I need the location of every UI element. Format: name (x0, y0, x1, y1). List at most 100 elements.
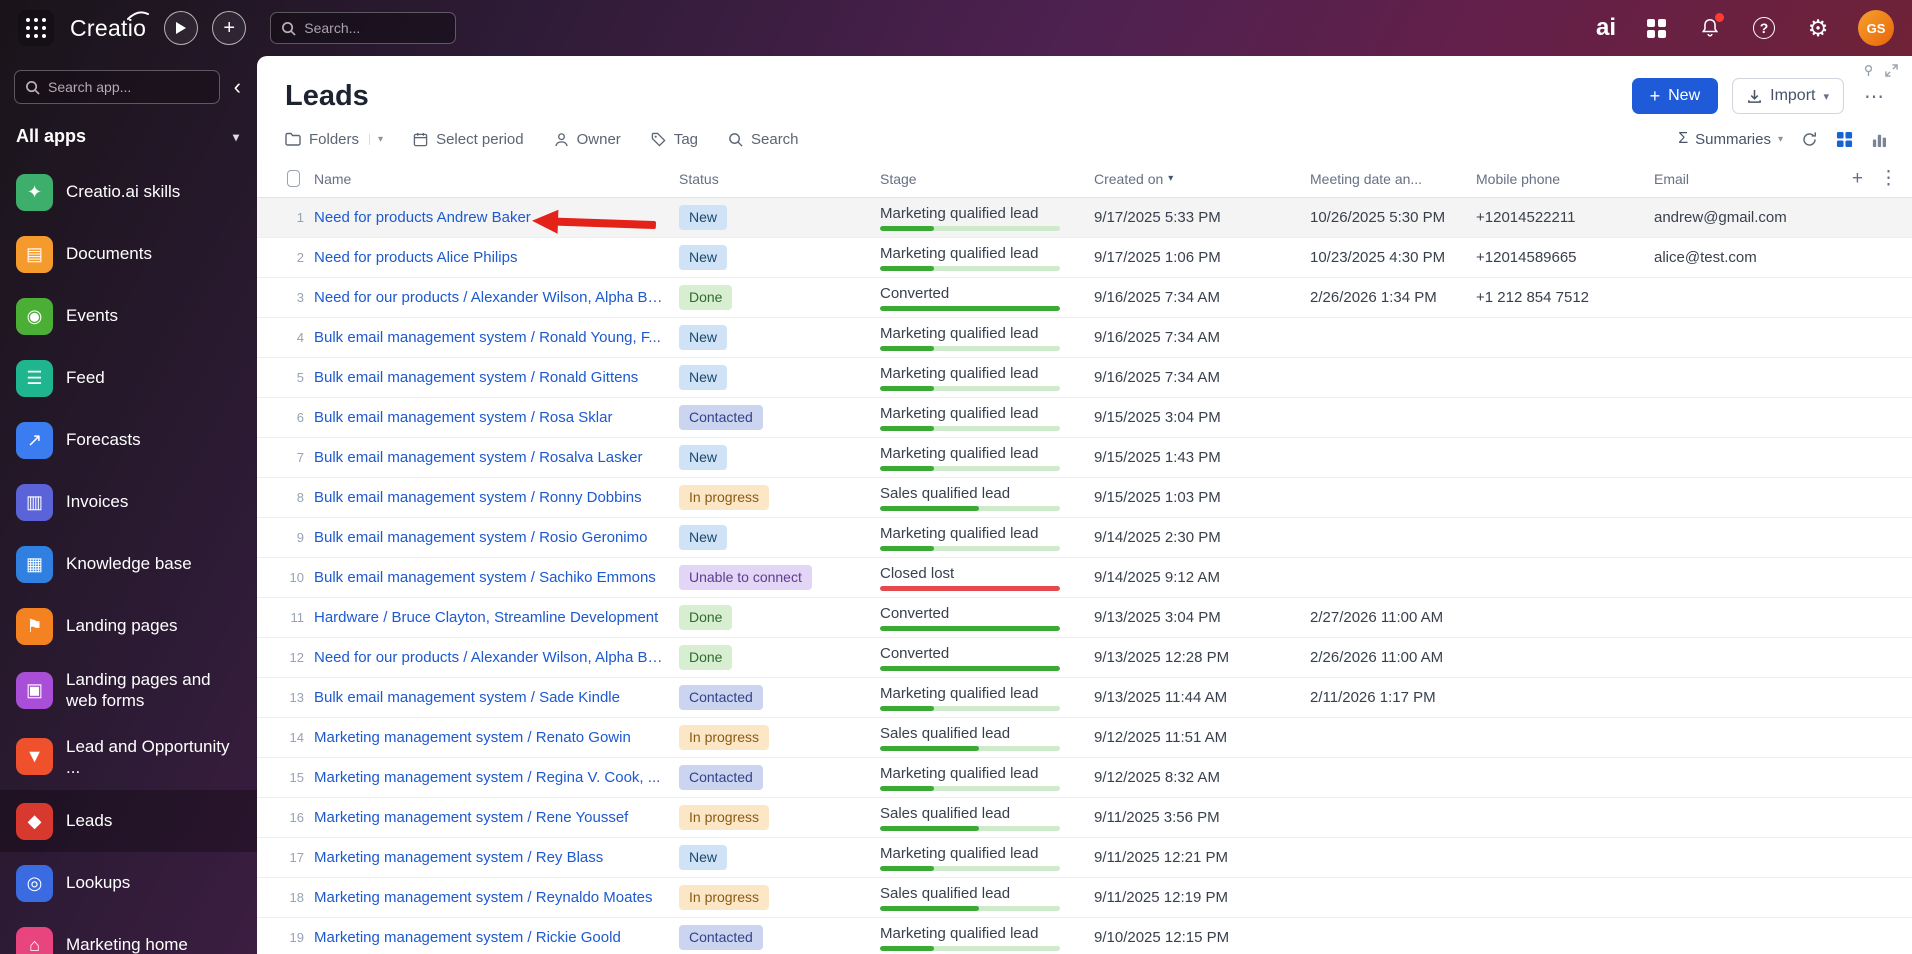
table-row[interactable]: 13 Bulk email management system / Sade K… (257, 678, 1912, 718)
table-row[interactable]: 11 Hardware / Bruce Clayton, Streamline … (257, 598, 1912, 638)
help-icon[interactable]: ? (1750, 14, 1778, 42)
table-row[interactable]: 6 Bulk email management system / Rosa Sk… (257, 398, 1912, 438)
lead-name-link[interactable]: Need for our products / Alexander Wilson… (314, 289, 665, 306)
table-row[interactable]: 2 Need for products Alice Philips New Ma… (257, 238, 1912, 278)
lead-name-link[interactable]: Bulk email management system / Ronald Yo… (314, 329, 665, 346)
table-row[interactable]: 10 Bulk email management system / Sachik… (257, 558, 1912, 598)
lead-name-link[interactable]: Need for our products / Alexander Wilson… (314, 649, 665, 666)
sidebar-item-knowledge-base[interactable]: ▦ Knowledge base (0, 533, 257, 595)
panel-expand-icon[interactable] (1885, 64, 1898, 77)
table-row[interactable]: 18 Marketing management system / Reynald… (257, 878, 1912, 918)
created-on-cell: 9/13/2025 11:44 AM (1094, 689, 1228, 706)
global-search[interactable] (270, 12, 457, 44)
table-row[interactable]: 12 Need for our products / Alexander Wil… (257, 638, 1912, 678)
select-period-filter[interactable]: Select period (413, 131, 524, 148)
sidebar-item-landing-pages-and-web-forms[interactable]: ▣ Landing pages and web forms (0, 657, 257, 724)
table-row[interactable]: 16 Marketing management system / Rene Yo… (257, 798, 1912, 838)
sidebar-item-leads[interactable]: ◆ Leads (0, 790, 257, 852)
more-actions-button[interactable]: ⋯ (1858, 84, 1892, 109)
status-badge: Contacted (679, 925, 763, 950)
table-row[interactable]: 19 Marketing management system / Rickie … (257, 918, 1912, 954)
table-row[interactable]: 15 Marketing management system / Regina … (257, 758, 1912, 798)
created-on-cell: 9/16/2025 7:34 AM (1094, 289, 1220, 306)
folders-filter[interactable]: Folders ▾ (285, 131, 383, 148)
select-all-checkbox[interactable] (287, 170, 300, 187)
stage-label: Closed lost (880, 564, 955, 582)
lead-name-link[interactable]: Bulk email management system / Sade Kind… (314, 689, 665, 706)
lead-name-link[interactable]: Bulk email management system / Rosio Ger… (314, 529, 665, 546)
refresh-button[interactable] (1801, 131, 1818, 148)
app-launcher-button[interactable] (18, 10, 54, 46)
sidebar-item-creatio-ai-skills[interactable]: ✦ Creatio.ai skills (0, 161, 257, 223)
lead-name-link[interactable]: Bulk email management system / Ronald Gi… (314, 369, 665, 386)
search-filter[interactable]: Search (728, 131, 799, 148)
lead-name-link[interactable]: Hardware / Bruce Clayton, Streamline Dev… (314, 609, 665, 626)
table-row[interactable]: 8 Bulk email management system / Ronny D… (257, 478, 1912, 518)
stage-label: Marketing qualified lead (880, 404, 1039, 422)
sidebar-item-label: Invoices (66, 492, 129, 512)
creatio-logo[interactable]: Creatio (70, 10, 150, 42)
lead-name-link[interactable]: Need for products Andrew Baker (314, 209, 665, 226)
sidebar-item-marketing-home[interactable]: ⌂ Marketing home (0, 914, 257, 954)
table-row[interactable]: 5 Bulk email management system / Ronald … (257, 358, 1912, 398)
column-header-mobile-phone[interactable]: Mobile phone (1476, 171, 1654, 187)
settings-icon[interactable]: ⚙ (1804, 14, 1832, 42)
table-row[interactable]: 7 Bulk email management system / Rosalva… (257, 438, 1912, 478)
quick-add-button[interactable]: + (212, 11, 247, 45)
table-row[interactable]: 1 Need for products Andrew Baker New Mar… (257, 198, 1912, 238)
sidebar-item-invoices[interactable]: ▥ Invoices (0, 471, 257, 533)
lead-name-link[interactable]: Marketing management system / Rickie Goo… (314, 929, 665, 946)
table-row[interactable]: 4 Bulk email management system / Ronald … (257, 318, 1912, 358)
lead-name-link[interactable]: Bulk email management system / Rosa Skla… (314, 409, 665, 426)
lead-name-link[interactable]: Marketing management system / Regina V. … (314, 769, 665, 786)
summaries-dropdown[interactable]: Σ Summaries ▾ (1678, 130, 1783, 148)
lead-name-link[interactable]: Marketing management system / Rey Blass (314, 849, 665, 866)
owner-filter[interactable]: Owner (554, 131, 621, 148)
import-button[interactable]: Import ▾ (1732, 78, 1844, 114)
table-row[interactable]: 9 Bulk email management system / Rosio G… (257, 518, 1912, 558)
lead-name-link[interactable]: Bulk email management system / Ronny Dob… (314, 489, 665, 506)
search-icon (282, 21, 296, 36)
sidebar-item-forecasts[interactable]: ↗ Forecasts (0, 409, 257, 471)
tag-filter[interactable]: Tag (651, 131, 698, 148)
column-menu-button[interactable]: ⋮ (1879, 169, 1898, 188)
panel-pin-icon[interactable] (1862, 64, 1875, 77)
lead-name-link[interactable]: Bulk email management system / Sachiko E… (314, 569, 665, 586)
notifications-icon[interactable] (1696, 13, 1724, 42)
global-search-input[interactable] (304, 20, 446, 36)
sidebar-item-lead-and-opportunity[interactable]: ▼ Lead and Opportunity ... (0, 724, 257, 791)
table-row[interactable]: 14 Marketing management system / Renato … (257, 718, 1912, 758)
sidebar-item-documents[interactable]: ▤ Documents (0, 223, 257, 285)
new-button[interactable]: + New (1631, 78, 1719, 114)
app-search-input[interactable] (48, 79, 209, 95)
sidebar-item-events[interactable]: ◉ Events (0, 285, 257, 347)
all-apps-dropdown[interactable]: All apps ▾ (0, 104, 257, 161)
column-header-stage[interactable]: Stage (880, 171, 1094, 187)
sidebar-item-feed[interactable]: ☰ Feed (0, 347, 257, 409)
table-row[interactable]: 17 Marketing management system / Rey Bla… (257, 838, 1912, 878)
column-header-name[interactable]: Name (314, 171, 679, 187)
app-search[interactable] (14, 70, 220, 104)
email-cell: alice@test.com (1654, 249, 1757, 266)
lead-name-link[interactable]: Marketing management system / Renato Gow… (314, 729, 665, 746)
grid-view-toggle[interactable] (1836, 131, 1853, 148)
column-header-status[interactable]: Status (679, 171, 880, 187)
sidebar-item-lookups[interactable]: ◎ Lookups (0, 852, 257, 914)
column-header-meeting-date[interactable]: Meeting date an... (1310, 171, 1476, 187)
table-row[interactable]: 3 Need for our products / Alexander Wils… (257, 278, 1912, 318)
stage-cell: Converted (880, 285, 1094, 311)
add-column-button[interactable]: + (1852, 169, 1863, 188)
main-content: Leads + New Import ▾ ⋯ Folders ▾ Select (257, 56, 1912, 954)
column-header-created-on[interactable]: Created on ▾ (1094, 171, 1310, 187)
lead-name-link[interactable]: Bulk email management system / Rosalva L… (314, 449, 665, 466)
analytics-view-toggle[interactable] (1871, 131, 1888, 148)
run-process-button[interactable] (164, 11, 199, 45)
sidebar-item-landing-pages[interactable]: ⚑ Landing pages (0, 595, 257, 657)
sidebar-collapse-button[interactable]: ‹ (228, 74, 247, 100)
lead-name-link[interactable]: Marketing management system / Reynaldo M… (314, 889, 665, 906)
lead-name-link[interactable]: Marketing management system / Rene Youss… (314, 809, 665, 826)
workspaces-icon[interactable] (1642, 14, 1670, 42)
creatio-ai-logo[interactable]: ai (1596, 14, 1616, 42)
user-avatar[interactable]: GS (1858, 10, 1894, 46)
lead-name-link[interactable]: Need for products Alice Philips (314, 249, 665, 266)
